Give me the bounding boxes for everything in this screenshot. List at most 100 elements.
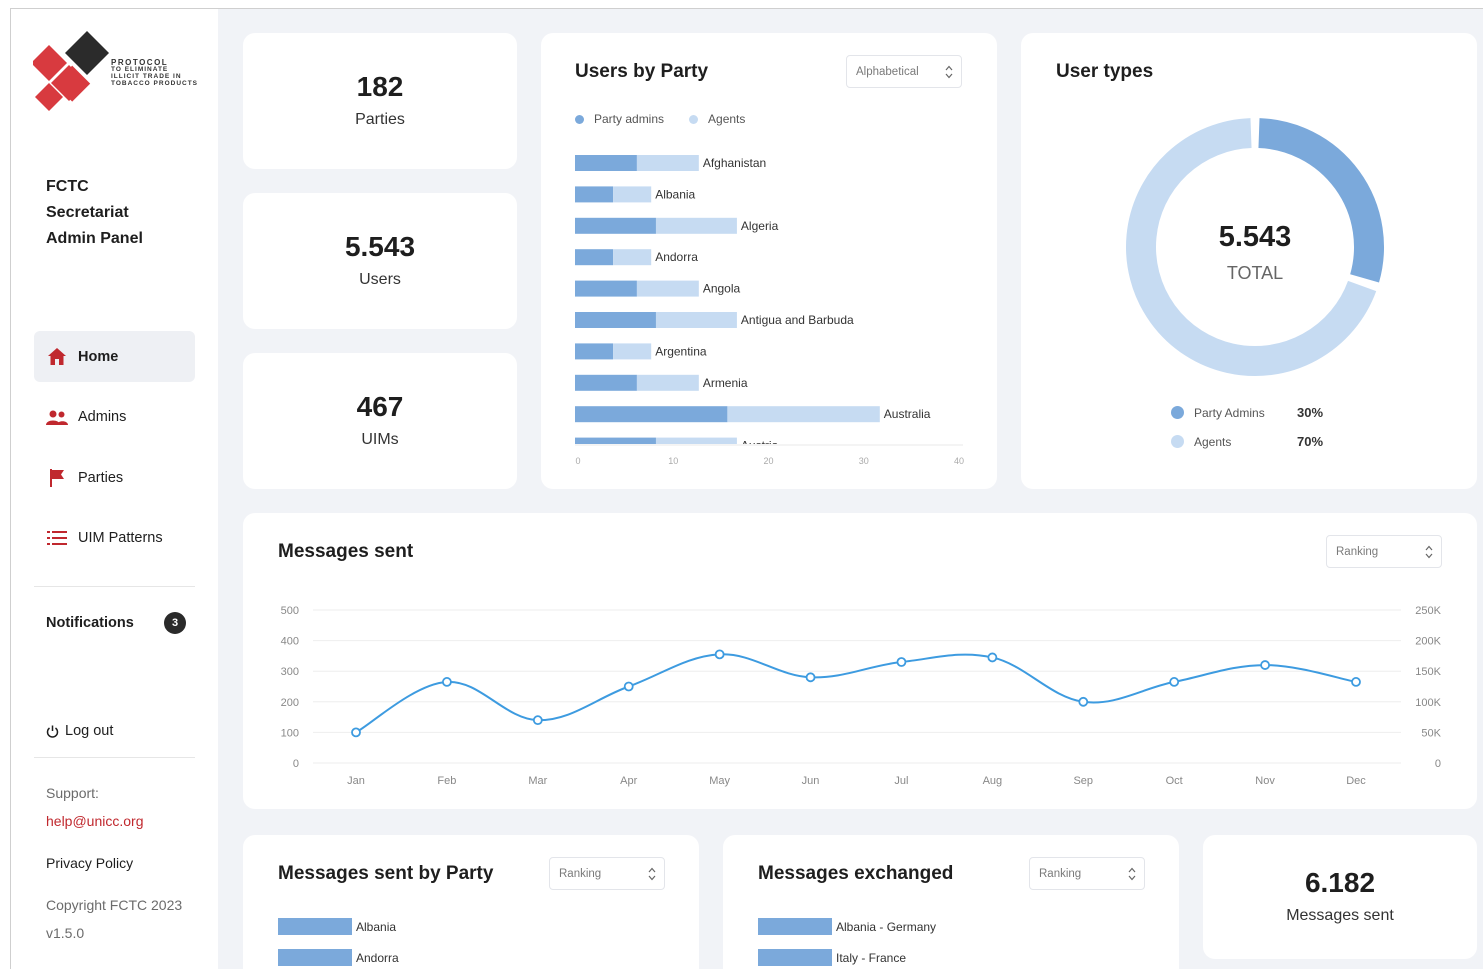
bar-agents bbox=[613, 343, 652, 360]
bar bbox=[758, 949, 832, 966]
sidebar-item-parties[interactable]: Parties bbox=[34, 452, 195, 503]
stat-card-uims: 467 UIMs bbox=[243, 353, 517, 489]
bar-party-admins bbox=[575, 374, 637, 391]
app-title-line: Secretariat bbox=[46, 204, 129, 221]
x-tick-label: Sep bbox=[1073, 775, 1093, 787]
bar bbox=[278, 949, 352, 966]
notifications-count-badge: 3 bbox=[164, 612, 186, 634]
bar-category-label: Armenia bbox=[703, 376, 748, 390]
bar-party-admins bbox=[575, 249, 614, 266]
legend-swatch bbox=[1171, 406, 1184, 419]
data-point bbox=[532, 715, 543, 726]
bar-category-label: Austria bbox=[741, 439, 779, 453]
bar bbox=[278, 918, 352, 935]
user-types-legend-row: Party Admins 30% bbox=[1171, 405, 1331, 420]
stat-label: Parties bbox=[355, 111, 405, 128]
notifications-link[interactable]: Notifications 3 bbox=[46, 612, 186, 634]
sidebar-item-home[interactable]: Home bbox=[34, 331, 195, 382]
copyright-text: Copyright FCTC 2023 bbox=[46, 897, 183, 913]
data-point bbox=[351, 727, 361, 738]
x-tick-label: 40 bbox=[954, 456, 964, 466]
x-tick-label: Dec bbox=[1346, 775, 1366, 787]
data-point bbox=[987, 652, 998, 663]
sidebar-item-uim-patterns[interactable]: UIM Patterns bbox=[34, 513, 195, 564]
messages-sent-card: Messages sent Ranking 0 0 100 50K 200 100K 300… bbox=[243, 513, 1477, 809]
bar-agents bbox=[636, 155, 699, 171]
y2-tick-label: 0 bbox=[1435, 758, 1441, 770]
logo-text-line: illicit trade in bbox=[111, 73, 182, 80]
users-by-party-card: Users by Party Alphabetical Party admins… bbox=[541, 33, 997, 489]
support-email-link[interactable]: help@unicc.org bbox=[46, 813, 144, 829]
flag-icon bbox=[46, 468, 68, 488]
data-point bbox=[896, 657, 907, 667]
bar-agents bbox=[613, 249, 652, 266]
y-tick-label: 400 bbox=[281, 636, 299, 648]
x-tick-label: Aug bbox=[983, 775, 1003, 787]
list-item: Albania - Germany bbox=[758, 918, 936, 935]
bar-category-label: Albania bbox=[655, 187, 695, 201]
notifications-label: Notifications bbox=[46, 615, 134, 631]
users-icon bbox=[46, 407, 68, 427]
logo-text-line: to eliminate bbox=[111, 66, 169, 73]
bar-agents bbox=[613, 186, 652, 203]
data-point bbox=[442, 677, 452, 687]
messages-by-party-sort-select[interactable]: Ranking bbox=[549, 857, 665, 890]
x-tick-label: Jun bbox=[802, 775, 820, 787]
x-tick-label: Feb bbox=[437, 775, 456, 787]
bar-agents bbox=[655, 217, 737, 234]
power-icon bbox=[46, 725, 59, 738]
bar-party-admins bbox=[575, 155, 637, 171]
list-item: Andorra bbox=[278, 949, 399, 966]
y-tick-label: 500 bbox=[281, 605, 299, 617]
stat-value: 467 bbox=[356, 391, 404, 422]
bar-category-label: Algeria bbox=[741, 219, 779, 233]
logout-button[interactable]: Log out bbox=[46, 723, 113, 739]
app-title-line: FCTC bbox=[46, 178, 89, 195]
donut-total-label: TOTAL bbox=[1226, 263, 1284, 283]
bar-category-label: Afghanistan bbox=[703, 156, 766, 170]
x-tick-label: May bbox=[709, 775, 730, 787]
stat-label: Users bbox=[359, 271, 401, 288]
data-point bbox=[714, 649, 725, 660]
logo-text-line: tobacco products bbox=[111, 80, 199, 87]
data-point bbox=[1078, 696, 1089, 707]
logo-text-line: Protocol bbox=[111, 58, 169, 67]
x-tick-label: Jul bbox=[894, 775, 908, 787]
user-types-legend-row: Agents 70% bbox=[1171, 434, 1331, 449]
bar-party-admins bbox=[575, 437, 656, 444]
bar-agents bbox=[655, 437, 737, 444]
messages-by-party-card: Messages sent by Party Ranking Albania A… bbox=[243, 835, 699, 969]
messages-exchanged-sort-select[interactable]: Ranking bbox=[1029, 857, 1145, 890]
list-item: Italy - France bbox=[758, 949, 906, 966]
list-item-label: Italy - France bbox=[836, 950, 907, 965]
list-item-label: Andorra bbox=[356, 950, 399, 965]
y2-tick-label: 150K bbox=[1415, 666, 1441, 678]
bar-category-label: Angola bbox=[703, 282, 741, 296]
privacy-policy-link[interactable]: Privacy Policy bbox=[46, 855, 133, 871]
bar-agents bbox=[636, 280, 699, 297]
y2-tick-label: 200K bbox=[1415, 636, 1441, 648]
bar-party-admins bbox=[575, 312, 656, 328]
data-point bbox=[1260, 660, 1270, 670]
card-title: Messages sent by Party bbox=[278, 863, 494, 884]
stat-card-users: 5.543 Users bbox=[243, 193, 517, 329]
stat-value: 5.543 bbox=[344, 231, 416, 262]
x-tick-label: 20 bbox=[763, 456, 773, 466]
list-icon bbox=[46, 528, 68, 548]
bar-category-label: Andorra bbox=[655, 250, 698, 264]
y2-tick-label: 100K bbox=[1415, 697, 1441, 709]
messages-sent-series-line bbox=[355, 653, 1357, 734]
list-item: Albania bbox=[278, 918, 396, 935]
user-types-donut-chart bbox=[1126, 118, 1384, 376]
bar-party-admins bbox=[575, 280, 637, 297]
sidebar-item-admins[interactable]: Admins bbox=[34, 392, 195, 443]
data-point bbox=[805, 672, 816, 683]
x-tick-label: Jan bbox=[347, 775, 365, 787]
sidebar-item-label: Admins bbox=[78, 409, 127, 425]
bar-party-admins bbox=[575, 217, 656, 234]
sidebar-divider bbox=[34, 757, 195, 758]
sidebar-nav: Home Admins Parties UIM Patterns bbox=[34, 331, 195, 573]
y-tick-label: 300 bbox=[281, 666, 299, 678]
bar-agents bbox=[727, 406, 880, 423]
donut-total-value: 5.543 bbox=[1218, 221, 1292, 253]
